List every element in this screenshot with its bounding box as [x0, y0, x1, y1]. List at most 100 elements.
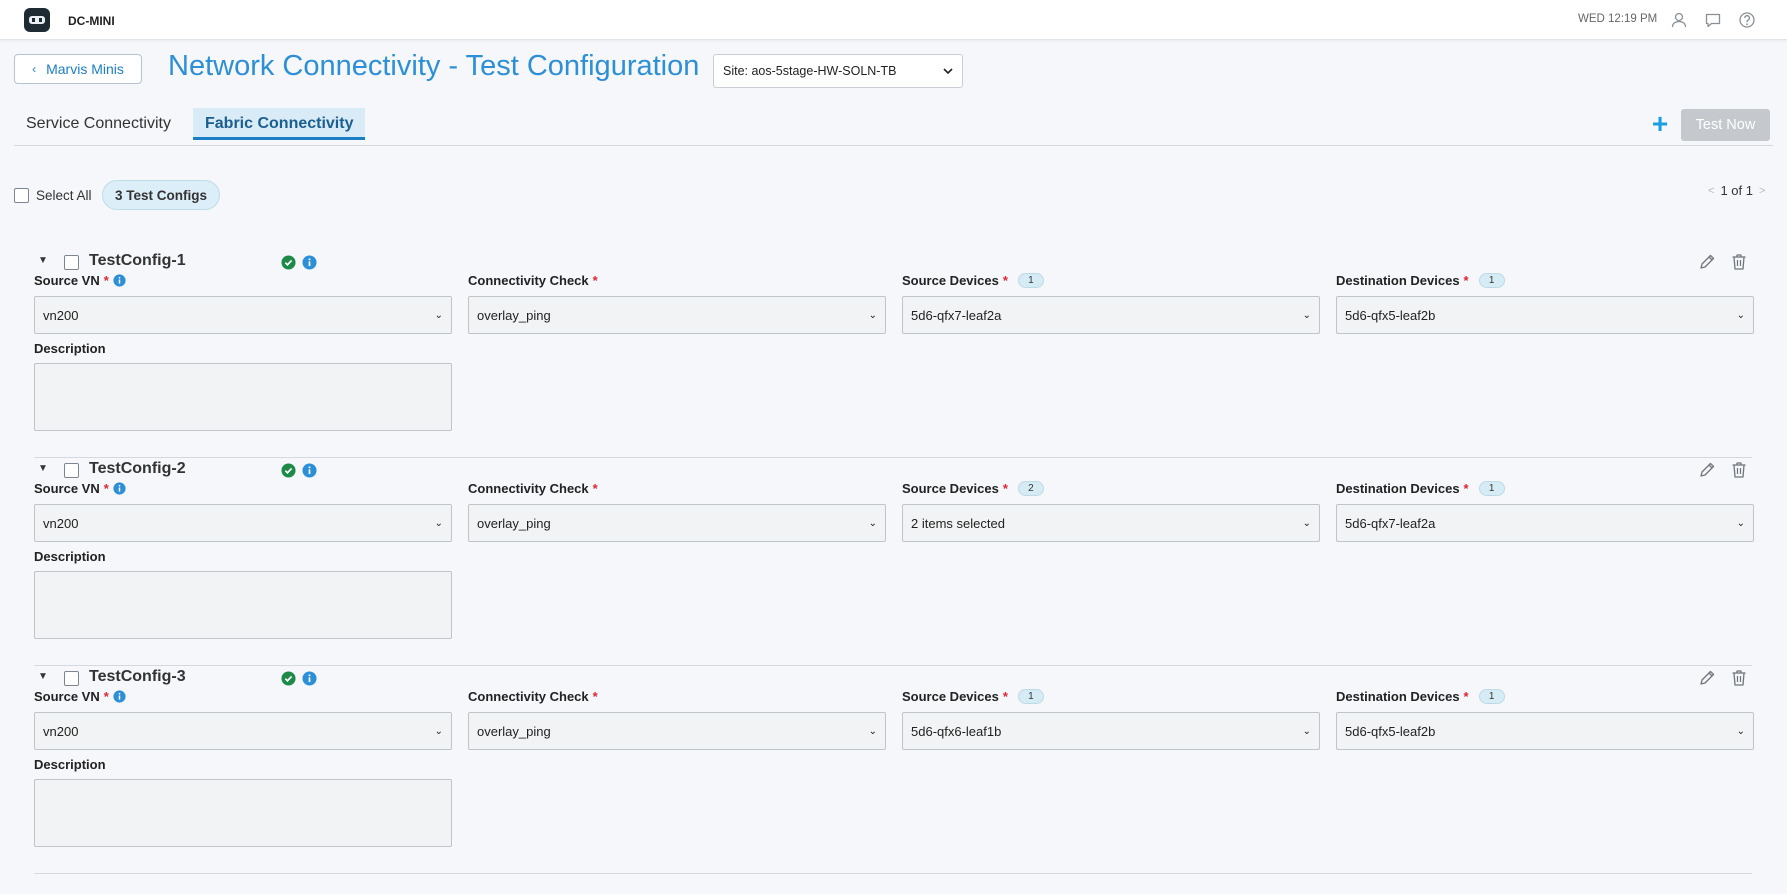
test-config: ▼ TestConfig-2 Source VN * vn200 ⌄ Conne… [34, 458, 1754, 666]
config-count-badge: 3 Test Configs [102, 180, 221, 210]
config-name: TestConfig-2 [89, 460, 186, 477]
info-icon[interactable] [302, 671, 317, 686]
edit-pencil-icon[interactable] [1698, 461, 1716, 479]
edit-pencil-icon[interactable] [1698, 669, 1716, 687]
destination-devices-label-text: Destination Devices [1336, 689, 1460, 704]
description-label: Description [34, 341, 106, 356]
source-vn-value: vn200 [43, 307, 79, 323]
info-icon[interactable] [113, 274, 126, 287]
source-vn-label-text: Source VN [34, 689, 100, 704]
source-vn-label: Source VN * [34, 689, 126, 704]
source-vn-label-text: Source VN [34, 273, 100, 288]
tab-service-connectivity[interactable]: Service Connectivity [14, 108, 183, 140]
source-devices-value: 2 items selected [911, 515, 1005, 531]
check-circle-icon [281, 463, 296, 478]
connectivity-check-select[interactable]: overlay_ping ⌄ [468, 296, 886, 334]
next-page-icon[interactable]: > [1759, 185, 1765, 197]
required-mark: * [592, 689, 598, 704]
source-devices-select[interactable]: 2 items selected ⌄ [902, 504, 1320, 542]
collapse-caret-icon[interactable]: ▼ [38, 255, 48, 266]
source-vn-value: vn200 [43, 723, 79, 739]
connectivity-check-label: Connectivity Check * [468, 273, 598, 288]
source-devices-label: Source Devices * 1 [902, 273, 1044, 288]
connectivity-check-label: Connectivity Check * [468, 481, 598, 496]
config-checkbox[interactable] [64, 463, 79, 478]
info-icon[interactable] [302, 463, 317, 478]
chevron-down-icon: ⌄ [868, 309, 877, 321]
config-checkbox[interactable] [64, 255, 79, 270]
select-all-label: Select All [36, 188, 92, 203]
delete-trash-icon[interactable] [1731, 669, 1747, 687]
destination-devices-label: Destination Devices * 1 [1336, 273, 1505, 288]
source-vn-label: Source VN * [34, 273, 126, 288]
config-name: TestConfig-3 [89, 668, 186, 685]
source-devices-value: 5d6-qfx6-leaf1b [911, 723, 1002, 739]
source-devices-label-text: Source Devices [902, 481, 999, 496]
chevron-down-icon: ⌄ [1302, 517, 1311, 529]
config-checkbox[interactable] [64, 671, 79, 686]
connectivity-check-select[interactable]: overlay_ping ⌄ [468, 504, 886, 542]
description-textarea[interactable] [34, 363, 452, 431]
chevron-down-icon: ⌄ [1302, 725, 1311, 737]
test-now-button[interactable]: Test Now [1681, 109, 1770, 141]
destination-devices-select[interactable]: 5d6-qfx7-leaf2a ⌄ [1336, 504, 1754, 542]
page-indicator: 1 of 1 [1720, 183, 1753, 198]
tab-fabric-connectivity[interactable]: Fabric Connectivity [193, 108, 366, 140]
add-config-button[interactable]: + [1648, 110, 1672, 140]
delete-trash-icon[interactable] [1731, 461, 1747, 479]
connectivity-check-select[interactable]: overlay_ping ⌄ [468, 712, 886, 750]
select-all-checkbox[interactable] [14, 188, 29, 203]
source-devices-label-text: Source Devices [902, 273, 999, 288]
source-vn-label: Source VN * [34, 481, 126, 496]
info-icon[interactable] [113, 482, 126, 495]
check-circle-icon [281, 255, 296, 270]
destination-devices-value: 5d6-qfx5-leaf2b [1345, 307, 1436, 323]
user-icon[interactable] [1669, 10, 1689, 30]
source-vn-select[interactable]: vn200 ⌄ [34, 504, 452, 542]
required-mark: * [1002, 481, 1008, 496]
connectivity-check-label-text: Connectivity Check [468, 273, 589, 288]
info-icon[interactable] [302, 255, 317, 270]
description-textarea[interactable] [34, 779, 452, 847]
source-vn-select[interactable]: vn200 ⌄ [34, 296, 452, 334]
check-circle-icon [281, 671, 296, 686]
required-mark: * [1463, 273, 1469, 288]
destination-devices-select[interactable]: 5d6-qfx5-leaf2b ⌄ [1336, 296, 1754, 334]
source-devices-select[interactable]: 5d6-qfx7-leaf2a ⌄ [902, 296, 1320, 334]
delete-trash-icon[interactable] [1731, 253, 1747, 271]
required-mark: * [1463, 481, 1469, 496]
page-title: Network Connectivity - Test Configuratio… [168, 50, 700, 82]
help-icon[interactable] [1737, 10, 1757, 30]
source-devices-value: 5d6-qfx7-leaf2a [911, 307, 1002, 323]
destination-devices-count-badge: 1 [1478, 481, 1505, 496]
back-button-label: Marvis Minis [46, 61, 124, 77]
chat-icon[interactable] [1703, 10, 1723, 30]
description-textarea[interactable] [34, 571, 452, 639]
chevron-down-icon: ⌄ [868, 517, 877, 529]
source-devices-label-text: Source Devices [902, 689, 999, 704]
collapse-caret-icon[interactable]: ▼ [38, 463, 48, 474]
destination-devices-label-text: Destination Devices [1336, 273, 1460, 288]
info-icon[interactable] [113, 690, 126, 703]
config-name: TestConfig-1 [89, 252, 186, 269]
site-select[interactable]: Site: aos-5stage-HW-SOLN-TB [713, 54, 963, 88]
source-vn-select[interactable]: vn200 ⌄ [34, 712, 452, 750]
edit-pencil-icon[interactable] [1698, 253, 1716, 271]
chevron-down-icon: ⌄ [868, 725, 877, 737]
destination-devices-label-text: Destination Devices [1336, 481, 1460, 496]
pagination: < 1 of 1 > [1708, 183, 1765, 198]
connectivity-check-value: overlay_ping [477, 723, 551, 739]
chevron-down-icon: ⌄ [434, 725, 443, 737]
destination-devices-count-badge: 1 [1478, 273, 1505, 288]
back-button[interactable]: ‹ Marvis Minis [14, 54, 142, 84]
chevron-down-icon: ⌄ [1302, 309, 1311, 321]
tabs-divider [14, 145, 1773, 146]
source-devices-select[interactable]: 5d6-qfx6-leaf1b ⌄ [902, 712, 1320, 750]
chevron-down-icon: ⌄ [1736, 309, 1745, 321]
prev-page-icon[interactable]: < [1708, 185, 1714, 197]
destination-devices-select[interactable]: 5d6-qfx5-leaf2b ⌄ [1336, 712, 1754, 750]
required-mark: * [1002, 273, 1008, 288]
app-logo-icon[interactable] [24, 8, 50, 32]
destination-devices-value: 5d6-qfx5-leaf2b [1345, 723, 1436, 739]
collapse-caret-icon[interactable]: ▼ [38, 671, 48, 682]
